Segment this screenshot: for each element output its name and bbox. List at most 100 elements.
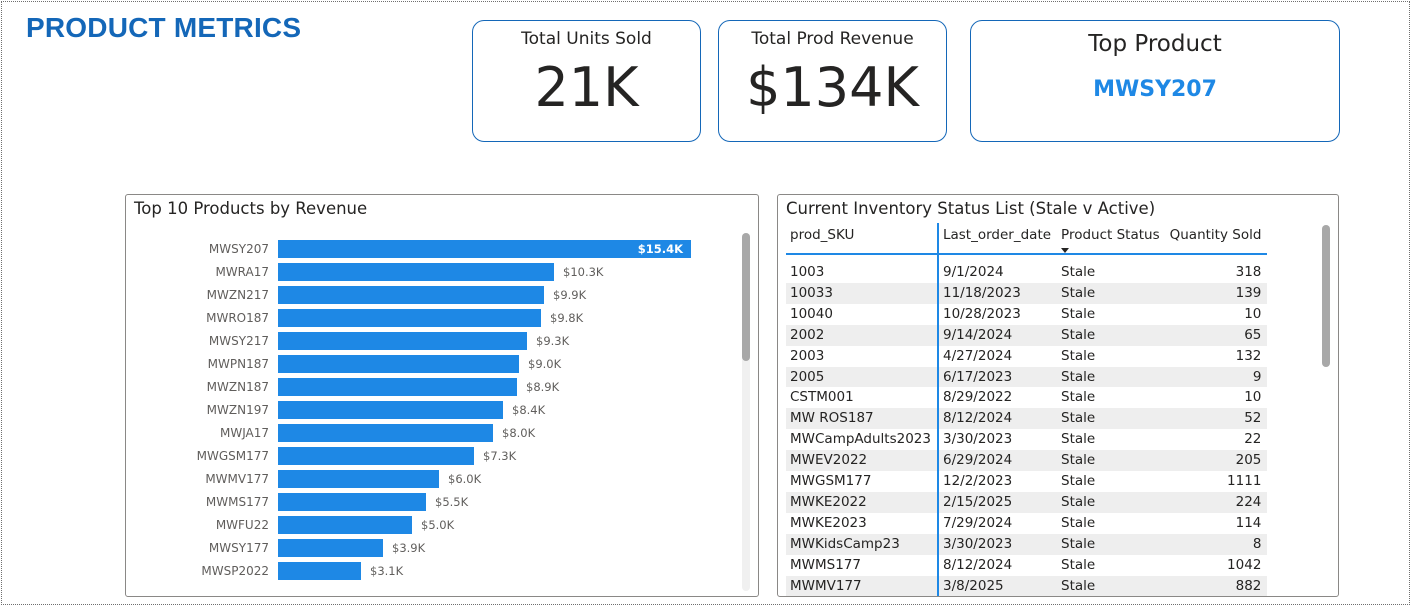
table-row[interactable]: MWGSM177 12/2/2023 Stale 1111: [786, 471, 1267, 492]
cell-last-order-date: 3/30/2023: [942, 431, 1013, 448]
cell-prod-sku: 2003: [786, 345, 939, 367]
bar[interactable]: [278, 332, 527, 350]
cell-quantity-sold: 10: [1244, 389, 1262, 406]
cell-product-status: Stale: [1057, 450, 1166, 472]
bar-category-label: MWZN197: [207, 403, 269, 417]
bar[interactable]: [278, 493, 426, 511]
cell-product-status: Stale: [1061, 514, 1096, 531]
cell-product-status: Stale: [1061, 347, 1096, 364]
bar-category-label: MWZN187: [207, 380, 269, 394]
cell-quantity-sold: 1042: [1227, 556, 1262, 573]
cell-last-order-date: 8/12/2024: [942, 556, 1013, 573]
bar[interactable]: [278, 286, 544, 304]
bar[interactable]: [278, 378, 517, 396]
column-header-product-status[interactable]: Product Status: [1057, 223, 1166, 255]
bar-category-label: MWSY207: [209, 242, 269, 256]
chart-scrollbar[interactable]: [742, 233, 750, 591]
bar-value-label: $9.3K: [536, 334, 570, 348]
bar-category-label: MWPN187: [208, 357, 269, 371]
spacer-cell: [786, 254, 939, 262]
cell-quantity-sold: 52: [1165, 408, 1268, 430]
table-row[interactable]: MWKidsCamp23 3/30/2023 Stale 8: [786, 533, 1268, 555]
table-row[interactable]: 10033 11/18/2023 Stale 139: [786, 282, 1268, 304]
bar-value-label: $5.5K: [435, 495, 469, 509]
bar-category-label: MWFU22: [216, 518, 269, 532]
column-header-last-order-date[interactable]: Last_order_date: [937, 223, 1058, 255]
cell-quantity-sold: 205: [1165, 450, 1268, 472]
cell-quantity-sold: 10: [1244, 305, 1262, 322]
bar[interactable]: [278, 424, 493, 442]
bar-value-label: $8.0K: [502, 426, 536, 440]
column-header-prod-sku[interactable]: prod_SKU: [786, 223, 939, 255]
table-row[interactable]: MWEV2022 6/29/2024 Stale 205: [786, 450, 1268, 472]
spacer-cell: [937, 254, 1058, 262]
kpi-value: 21K: [534, 56, 639, 119]
total-units-sold-card[interactable]: Total Units Sold 21K: [472, 20, 701, 142]
bar-value-label: $9.0K: [528, 357, 562, 371]
cell-quantity-sold: 114: [1235, 514, 1262, 531]
table-row[interactable]: MWMV177 3/8/2025 Stale 882: [786, 575, 1268, 596]
cell-last-order-date: 12/2/2023: [942, 473, 1013, 490]
bar-category-label: MWMS177: [206, 495, 269, 509]
cell-product-status: Stale: [1057, 408, 1166, 430]
cell-product-status: Stale: [1061, 556, 1096, 573]
bar[interactable]: [278, 539, 383, 557]
chart-scroll-thumb[interactable]: [742, 233, 750, 361]
table-row[interactable]: MWKE2023 7/29/2024 Stale 114: [786, 512, 1267, 534]
cell-last-order-date: 10/28/2023: [942, 305, 1021, 322]
bar[interactable]: [278, 562, 361, 580]
kpi-label: Top Product: [1088, 31, 1222, 57]
bar[interactable]: [278, 470, 439, 488]
cell-prod-sku: MWKidsCamp23: [786, 533, 939, 555]
table-row[interactable]: 1003 9/1/2024 Stale 318: [786, 262, 1267, 283]
table-row[interactable]: CSTM001 8/29/2022 Stale 10: [786, 387, 1267, 409]
bar-value-label: $3.1K: [370, 564, 404, 578]
cell-product-status: Stale: [1061, 389, 1096, 406]
cell-prod-sku: 1003: [786, 262, 939, 283]
bar-value-label: $10.3K: [563, 265, 604, 279]
total-prod-revenue-card[interactable]: Total Prod Revenue $134K: [718, 20, 947, 142]
bar-category-label: MWSY177: [209, 541, 269, 555]
cell-last-order-date: 2/15/2025: [937, 491, 1058, 513]
bar[interactable]: [278, 447, 474, 465]
inventory-status-panel[interactable]: Current Inventory Status List (Stale v A…: [777, 194, 1339, 597]
page-title: PRODUCT METRICS: [26, 12, 302, 43]
bar[interactable]: [278, 240, 691, 258]
cell-prod-sku: MWCampAdults2023: [786, 429, 939, 451]
table-row[interactable]: MWCampAdults2023 3/30/2023 Stale 22: [786, 429, 1267, 451]
bar[interactable]: [278, 516, 412, 534]
table-header-row: prod_SKU Last_order_date Product Status …: [786, 223, 1268, 255]
table-row[interactable]: MWMS177 8/12/2024 Stale 1042: [786, 554, 1267, 576]
bar-category-label: MWRO187: [206, 311, 269, 325]
table-row[interactable]: 2002 9/14/2024 Stale 65: [786, 324, 1268, 346]
table-row[interactable]: 10040 10/28/2023 Stale 10: [786, 303, 1267, 325]
bar-value-label: $8.9K: [526, 380, 560, 394]
table-scrollbar[interactable]: [1322, 225, 1330, 367]
table-scroll-thumb[interactable]: [1322, 225, 1330, 367]
cell-prod-sku: 2002: [786, 324, 939, 346]
cell-last-order-date: 9/1/2024: [942, 264, 1004, 280]
bar-value-label: $15.4K: [638, 242, 684, 256]
cell-last-order-date: 4/27/2024: [942, 347, 1013, 364]
cell-product-status: Stale: [1057, 491, 1166, 513]
table-row[interactable]: 2005 6/17/2023 Stale 9: [786, 366, 1268, 388]
top-products-bar-chart-panel[interactable]: Top 10 Products by Revenue MWSY207 $15.4K…: [125, 194, 759, 597]
cell-quantity-sold: 22: [1244, 431, 1262, 448]
bar[interactable]: [278, 309, 541, 327]
bar-value-label: $3.9K: [392, 541, 426, 555]
bar[interactable]: [278, 401, 503, 419]
table-header-spacer: [786, 254, 1268, 262]
table-row[interactable]: MW ROS187 8/12/2024 Stale 52: [786, 408, 1268, 430]
kpi-label: Total Units Sold: [521, 29, 652, 49]
table-row[interactable]: MWKE2022 2/15/2025 Stale 224: [786, 491, 1268, 513]
column-header-quantity-sold[interactable]: Quantity Sold: [1165, 223, 1268, 255]
top-product-card[interactable]: Top Product MWSY207: [970, 20, 1340, 142]
spacer-cell: [1057, 254, 1166, 262]
bar[interactable]: [278, 355, 519, 373]
bar[interactable]: [278, 263, 554, 281]
bar-category-label: MWJA17: [220, 426, 269, 440]
cell-product-status: Stale: [1061, 305, 1096, 322]
table-row[interactable]: 2003 4/27/2024 Stale 132: [786, 345, 1267, 367]
cell-product-status: Stale: [1057, 533, 1166, 555]
bar-value-label: $9.9K: [553, 288, 587, 302]
